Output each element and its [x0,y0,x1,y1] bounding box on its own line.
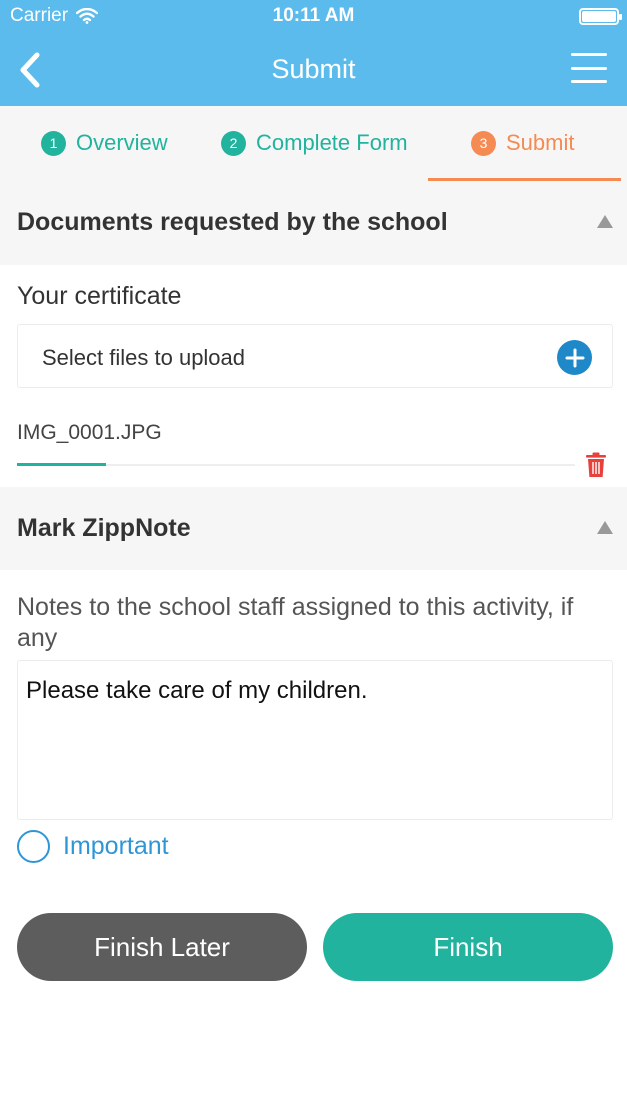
step-indicator: 1 Overview 2 Complete Form 3 Submit [0,106,627,182]
documents-section-header[interactable]: Documents requested by the school [0,182,627,265]
uploaded-file-name: IMG_0001.JPG [17,421,162,444]
hamburger-menu-icon[interactable] [571,53,607,83]
zippnote-section-header[interactable]: Mark ZippNote [0,487,627,570]
certificate-label: Your certificate [17,282,182,310]
active-step-underline [428,178,621,181]
clock: 10:11 AM [272,5,355,26]
notes-label: Notes to the school staff assigned to th… [17,593,574,652]
status-bar: Carrier 10:11 AM [0,0,627,32]
page-title: Submit [271,54,356,84]
trash-icon[interactable] [585,452,607,478]
step-complete-form[interactable]: 2 Complete Form [221,130,408,156]
notes-textarea[interactable]: Please take care of my children. [17,660,613,820]
finish-later-button[interactable]: Finish Later [17,913,307,981]
step-overview[interactable]: 1 Overview [41,130,168,156]
step-number: 3 [471,130,496,156]
important-label: Important [63,832,169,860]
zippnote-section-title: Mark ZippNote [17,514,191,542]
step-label: Submit [506,130,575,155]
battery-icon [579,8,622,25]
upload-progress-bar [17,463,575,466]
step-label: Complete Form [256,130,408,155]
collapse-caret-icon[interactable] [597,215,613,228]
file-upload-field[interactable]: Select files to upload [17,324,613,388]
finish-button[interactable]: Finish [323,913,613,981]
add-file-button[interactable] [557,340,592,375]
app-header: Carrier 10:11 AM Submit [0,0,627,106]
upload-progress-fill [17,463,107,466]
notes-text: Please take care of my children. [26,677,368,704]
step-number: 1 [41,130,66,156]
radio-circle-icon[interactable] [17,830,50,863]
collapse-caret-icon[interactable] [597,521,613,534]
plus-icon [565,348,584,367]
step-submit[interactable]: 3 Submit [471,130,574,156]
documents-section-title: Documents requested by the school [17,208,448,236]
important-checkbox[interactable]: Important [17,830,169,863]
step-number: 2 [221,130,246,156]
step-label: Overview [76,130,168,155]
upload-placeholder: Select files to upload [42,345,246,370]
